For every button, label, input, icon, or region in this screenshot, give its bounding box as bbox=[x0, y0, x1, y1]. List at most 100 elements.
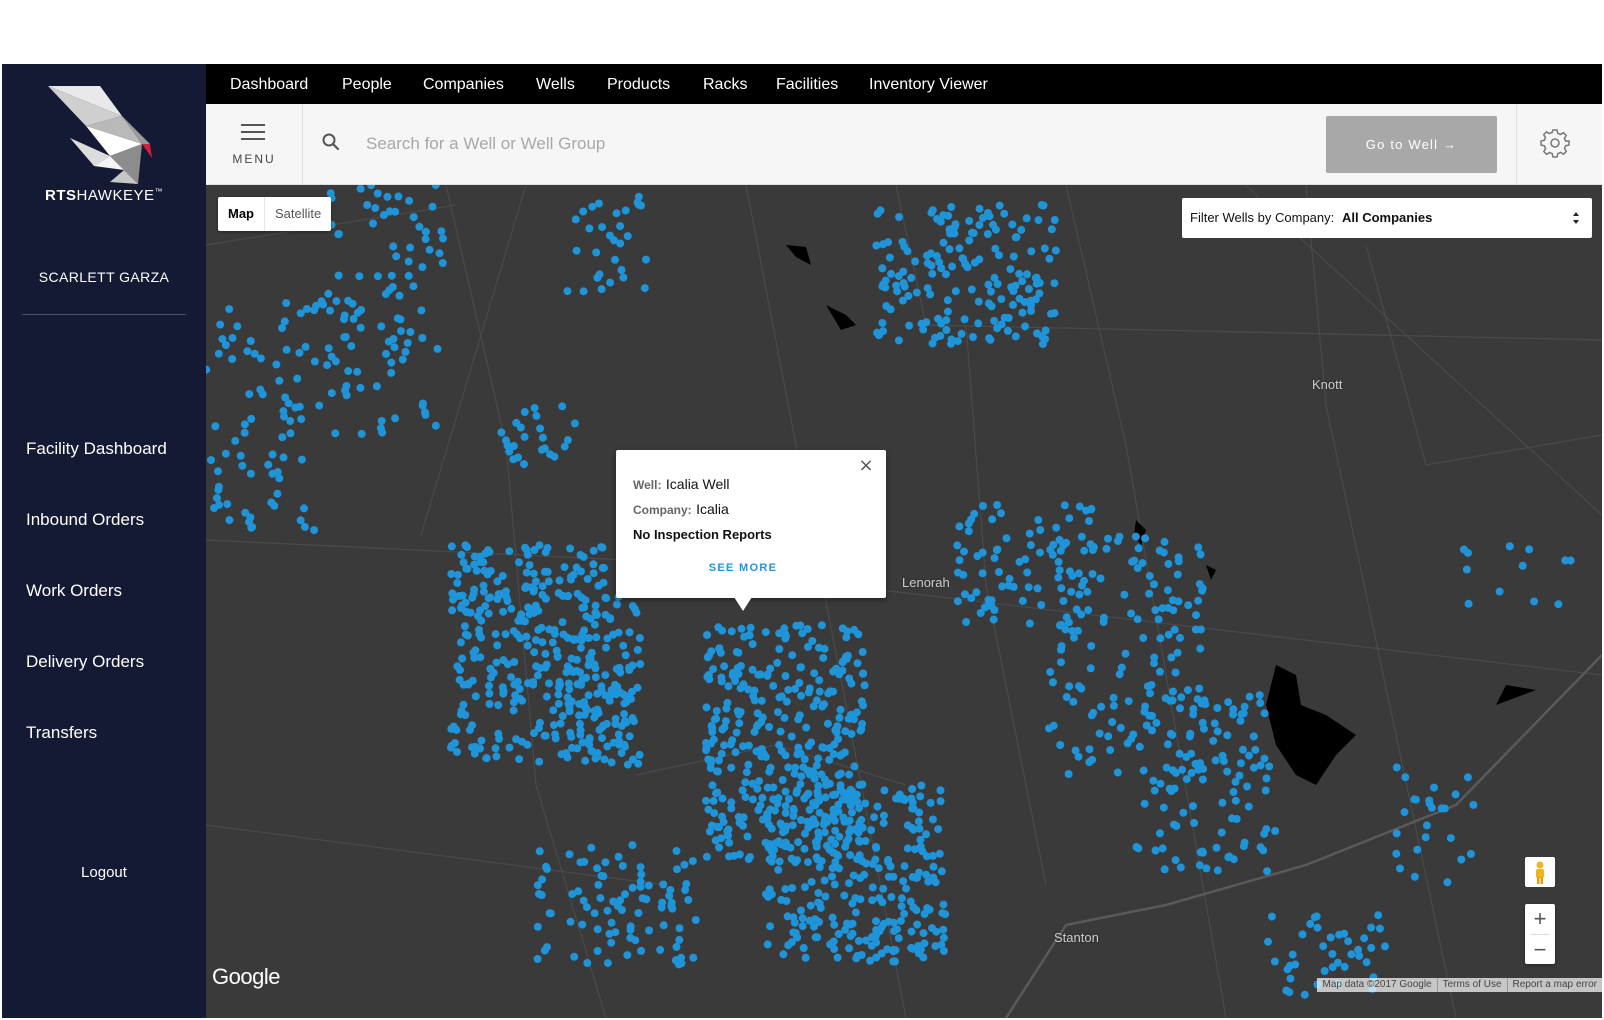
well-marker[interactable] bbox=[280, 412, 288, 421]
well-marker[interactable] bbox=[867, 826, 876, 835]
well-marker[interactable] bbox=[637, 946, 646, 955]
well-marker[interactable] bbox=[897, 902, 906, 911]
close-icon[interactable]: × bbox=[856, 456, 876, 476]
well-marker[interactable] bbox=[415, 222, 424, 231]
well-marker[interactable] bbox=[632, 608, 641, 617]
well-marker[interactable] bbox=[928, 851, 937, 860]
well-marker[interactable] bbox=[781, 802, 790, 810]
well-marker[interactable] bbox=[748, 795, 757, 804]
well-marker[interactable] bbox=[549, 721, 558, 730]
well-marker[interactable] bbox=[538, 582, 547, 591]
well-marker[interactable] bbox=[917, 781, 926, 790]
well-marker[interactable] bbox=[820, 876, 829, 885]
well-marker[interactable] bbox=[342, 382, 351, 390]
well-marker[interactable] bbox=[499, 656, 508, 665]
well-marker[interactable] bbox=[620, 710, 629, 718]
well-marker[interactable] bbox=[564, 699, 573, 708]
well-marker[interactable] bbox=[554, 589, 563, 597]
well-marker[interactable] bbox=[477, 736, 486, 745]
well-marker[interactable] bbox=[884, 872, 893, 881]
well-marker[interactable] bbox=[293, 374, 302, 383]
well-marker[interactable] bbox=[805, 805, 814, 814]
well-marker[interactable] bbox=[1166, 696, 1175, 705]
well-marker[interactable] bbox=[390, 343, 399, 352]
well-marker[interactable] bbox=[744, 760, 753, 769]
well-marker[interactable] bbox=[1164, 559, 1173, 568]
well-marker[interactable] bbox=[431, 185, 440, 190]
well-marker[interactable] bbox=[635, 750, 644, 759]
well-marker[interactable] bbox=[588, 202, 597, 211]
well-marker[interactable] bbox=[848, 929, 857, 938]
well-marker[interactable] bbox=[513, 630, 522, 639]
well-marker[interactable] bbox=[979, 502, 987, 510]
well-marker[interactable] bbox=[880, 786, 889, 795]
well-marker[interactable] bbox=[1151, 846, 1160, 855]
well-marker[interactable] bbox=[576, 668, 585, 677]
well-marker[interactable] bbox=[403, 339, 412, 347]
well-marker[interactable] bbox=[1158, 844, 1167, 853]
well-marker[interactable] bbox=[754, 806, 763, 814]
well-marker[interactable] bbox=[945, 245, 954, 254]
well-marker[interactable] bbox=[206, 365, 211, 374]
well-marker[interactable] bbox=[1005, 574, 1014, 583]
well-marker[interactable] bbox=[1095, 729, 1104, 738]
well-marker[interactable] bbox=[995, 201, 1004, 210]
map-type-map-button[interactable]: Map bbox=[218, 197, 265, 231]
well-marker[interactable] bbox=[566, 728, 575, 737]
well-marker[interactable] bbox=[1173, 648, 1182, 657]
well-marker[interactable] bbox=[720, 741, 729, 750]
well-marker[interactable] bbox=[591, 601, 600, 610]
well-marker[interactable] bbox=[743, 832, 752, 841]
well-marker[interactable] bbox=[718, 812, 727, 821]
well-marker[interactable] bbox=[1155, 829, 1164, 838]
well-marker[interactable] bbox=[1052, 523, 1061, 532]
well-marker[interactable] bbox=[1048, 550, 1057, 559]
well-marker[interactable] bbox=[455, 592, 464, 600]
well-marker[interactable] bbox=[990, 554, 999, 563]
well-marker[interactable] bbox=[797, 906, 805, 915]
well-marker[interactable] bbox=[1077, 684, 1086, 693]
well-marker[interactable] bbox=[1150, 659, 1158, 668]
well-marker[interactable] bbox=[550, 629, 559, 638]
well-marker[interactable] bbox=[1062, 693, 1071, 701]
well-marker[interactable] bbox=[848, 919, 857, 928]
well-marker[interactable] bbox=[1075, 590, 1084, 599]
well-marker[interactable] bbox=[986, 335, 995, 344]
well-marker[interactable] bbox=[934, 825, 943, 834]
well-marker[interactable] bbox=[525, 561, 534, 570]
well-marker[interactable] bbox=[243, 347, 252, 356]
well-marker[interactable] bbox=[493, 577, 502, 586]
well-marker[interactable] bbox=[296, 516, 305, 525]
well-marker[interactable] bbox=[486, 567, 495, 575]
well-marker[interactable] bbox=[1255, 691, 1264, 700]
well-marker[interactable] bbox=[974, 297, 983, 306]
well-marker[interactable] bbox=[717, 749, 726, 758]
well-marker[interactable] bbox=[1163, 740, 1172, 749]
well-marker[interactable] bbox=[431, 421, 440, 430]
well-marker[interactable] bbox=[1437, 804, 1446, 813]
well-marker[interactable] bbox=[596, 894, 605, 903]
well-marker[interactable] bbox=[356, 323, 365, 332]
well-marker[interactable] bbox=[225, 516, 234, 525]
well-marker[interactable] bbox=[590, 620, 599, 629]
well-marker[interactable] bbox=[597, 871, 606, 880]
well-marker[interactable] bbox=[355, 272, 364, 281]
well-marker[interactable] bbox=[932, 927, 941, 936]
well-marker[interactable] bbox=[794, 715, 803, 724]
well-marker[interactable] bbox=[1087, 504, 1096, 513]
well-marker[interactable] bbox=[851, 908, 860, 917]
well-marker[interactable] bbox=[625, 693, 634, 702]
well-marker[interactable] bbox=[256, 354, 265, 363]
well-marker[interactable] bbox=[814, 833, 823, 842]
well-marker[interactable] bbox=[843, 627, 852, 636]
well-marker[interactable] bbox=[946, 229, 955, 238]
well-marker[interactable] bbox=[245, 390, 254, 399]
map-type-satellite-button[interactable]: Satellite bbox=[265, 197, 331, 231]
well-marker[interactable] bbox=[1263, 867, 1272, 876]
well-marker[interactable] bbox=[908, 785, 917, 793]
well-marker[interactable] bbox=[501, 630, 510, 639]
well-marker[interactable] bbox=[1059, 597, 1068, 605]
well-marker[interactable] bbox=[373, 272, 382, 281]
well-marker[interactable] bbox=[716, 648, 725, 657]
well-marker[interactable] bbox=[753, 784, 762, 793]
